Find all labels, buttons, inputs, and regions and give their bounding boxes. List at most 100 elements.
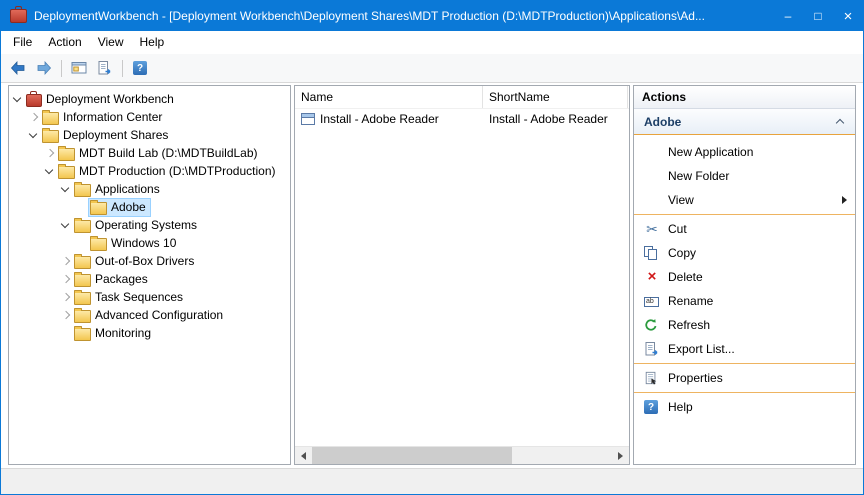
- close-button[interactable]: ×: [833, 1, 863, 31]
- scroll-left-button[interactable]: [295, 447, 312, 464]
- list-row-install-adobe-reader[interactable]: Install - Adobe ReaderInstall - Adobe Re…: [295, 109, 629, 129]
- toolbar-separator: [122, 60, 123, 77]
- collapse-group-chevron-icon[interactable]: [835, 116, 846, 127]
- tree-item-task-sequences[interactable]: Task Sequences: [9, 288, 290, 306]
- submenu-arrow-icon: [842, 196, 847, 204]
- tree-item-deployment-shares[interactable]: Deployment Shares: [9, 126, 290, 144]
- action-copy[interactable]: Copy: [634, 241, 855, 265]
- action-help[interactable]: ?Help: [634, 395, 855, 419]
- folder-icon: [42, 112, 59, 125]
- column-header-shortname[interactable]: ShortName: [483, 86, 628, 108]
- column-header-name[interactable]: Name: [295, 86, 483, 108]
- action-label: New Folder: [668, 169, 729, 183]
- action-new-application[interactable]: New Application: [634, 140, 855, 164]
- tree-item-windows-10[interactable]: Windows 10: [9, 234, 290, 252]
- folder-icon: [90, 202, 107, 215]
- collapse-chevron-icon[interactable]: [59, 219, 72, 232]
- folder-icon: [58, 166, 75, 179]
- collapse-chevron-icon[interactable]: [59, 183, 72, 196]
- scrollbar-thumb[interactable]: [312, 447, 512, 464]
- tree-node[interactable]: Out-of-Box Drivers: [72, 252, 199, 271]
- show-hide-console-tree-button[interactable]: [67, 56, 91, 80]
- folder-icon: [74, 328, 91, 341]
- actions-pane-title: Actions: [634, 86, 855, 109]
- action-label: Cut: [668, 222, 687, 236]
- tree-item-operating-systems[interactable]: Operating Systems: [9, 216, 290, 234]
- action-rename[interactable]: Rename: [634, 289, 855, 313]
- horizontal-scrollbar[interactable]: [295, 446, 629, 464]
- main-area: Deployment WorkbenchInformation CenterDe…: [1, 83, 863, 468]
- tree-node[interactable]: Deployment Shares: [40, 126, 173, 145]
- tree-item-packages[interactable]: Packages: [9, 270, 290, 288]
- tree-node[interactable]: MDT Production (D:\MDTProduction): [56, 162, 281, 181]
- tree-node[interactable]: Adobe: [88, 198, 151, 217]
- mdt-app-icon: [10, 9, 27, 23]
- action-group-header[interactable]: Adobe: [634, 109, 855, 135]
- collapse-chevron-icon[interactable]: [11, 93, 24, 106]
- tree-item-label: Packages: [95, 272, 148, 286]
- expand-chevron-icon[interactable]: [27, 111, 40, 124]
- action-label: Delete: [668, 270, 703, 284]
- action-new-folder[interactable]: New Folder: [634, 164, 855, 188]
- tree-item-adobe[interactable]: Adobe: [9, 198, 290, 216]
- action-export-list[interactable]: Export List...: [634, 337, 855, 361]
- maximize-button[interactable]: □: [803, 1, 833, 31]
- tree-node[interactable]: Monitoring: [72, 324, 156, 343]
- minimize-button[interactable]: –: [773, 1, 803, 31]
- window-title: DeploymentWorkbench - [Deployment Workbe…: [34, 9, 773, 23]
- tree-node[interactable]: Deployment Workbench: [24, 90, 179, 109]
- tree-item-information-center[interactable]: Information Center: [9, 108, 290, 126]
- export-list-button[interactable]: [93, 56, 117, 80]
- action-delete[interactable]: ×Delete: [634, 265, 855, 289]
- menu-help[interactable]: Help: [132, 31, 173, 54]
- action-icon-slot: [644, 371, 668, 385]
- action-view[interactable]: View: [634, 188, 855, 212]
- menu-bar: FileActionViewHelp: [1, 31, 863, 54]
- collapse-chevron-icon[interactable]: [27, 129, 40, 142]
- tree-node[interactable]: Task Sequences: [72, 288, 188, 307]
- back-button[interactable]: [6, 56, 30, 80]
- item-shortname: Install - Adobe Reader: [489, 112, 608, 126]
- action-refresh[interactable]: Refresh: [634, 313, 855, 337]
- expand-chevron-icon[interactable]: [43, 147, 56, 160]
- tree-item-monitoring[interactable]: Monitoring: [9, 324, 290, 342]
- action-icon-slot: [644, 318, 668, 332]
- forward-button[interactable]: [32, 56, 56, 80]
- action-icon-slot: ×: [644, 270, 668, 284]
- tree-node[interactable]: MDT Build Lab (D:\MDTBuildLab): [56, 144, 263, 163]
- tree-item-label: MDT Production (D:\MDTProduction): [79, 164, 276, 178]
- tree-item-advanced-configuration[interactable]: Advanced Configuration: [9, 306, 290, 324]
- tree-item-deployment-workbench[interactable]: Deployment Workbench: [9, 90, 290, 108]
- tree-item-mdt-production-d-mdtproduction[interactable]: MDT Production (D:\MDTProduction): [9, 162, 290, 180]
- tree-node[interactable]: Packages: [72, 270, 153, 289]
- forward-icon: [36, 60, 52, 76]
- list-header: NameShortName: [295, 86, 629, 109]
- action-properties[interactable]: Properties: [634, 366, 855, 390]
- title-bar[interactable]: DeploymentWorkbench - [Deployment Workbe…: [1, 1, 863, 31]
- list-body: Install - Adobe ReaderInstall - Adobe Re…: [295, 109, 629, 129]
- tree-item-mdt-build-lab-d-mdtbuildlab[interactable]: MDT Build Lab (D:\MDTBuildLab): [9, 144, 290, 162]
- menu-view[interactable]: View: [90, 31, 132, 54]
- expand-chevron-icon[interactable]: [59, 309, 72, 322]
- tree-item-applications[interactable]: Applications: [9, 180, 290, 198]
- tree-node[interactable]: Advanced Configuration: [72, 306, 228, 325]
- tree-node[interactable]: Windows 10: [88, 234, 181, 253]
- menu-file[interactable]: File: [5, 31, 40, 54]
- menu-action[interactable]: Action: [40, 31, 89, 54]
- tree-node[interactable]: Information Center: [40, 108, 167, 127]
- status-bar: [1, 468, 863, 494]
- action-cut[interactable]: ✂Cut: [634, 217, 855, 241]
- tree-node[interactable]: Operating Systems: [72, 216, 202, 235]
- expand-chevron-icon[interactable]: [59, 291, 72, 304]
- tree-node[interactable]: Applications: [72, 180, 165, 199]
- tree-item-label: Out-of-Box Drivers: [95, 254, 194, 268]
- scroll-right-button[interactable]: [612, 447, 629, 464]
- expand-chevron-icon[interactable]: [59, 255, 72, 268]
- tree-item-out-of-box-drivers[interactable]: Out-of-Box Drivers: [9, 252, 290, 270]
- action-icon-slot: ?: [644, 400, 668, 414]
- collapse-chevron-icon[interactable]: [43, 165, 56, 178]
- expand-chevron-icon[interactable]: [59, 273, 72, 286]
- tree-item-label: Applications: [95, 182, 160, 196]
- help-button[interactable]: ?: [128, 56, 152, 80]
- action-label: New Application: [668, 145, 753, 159]
